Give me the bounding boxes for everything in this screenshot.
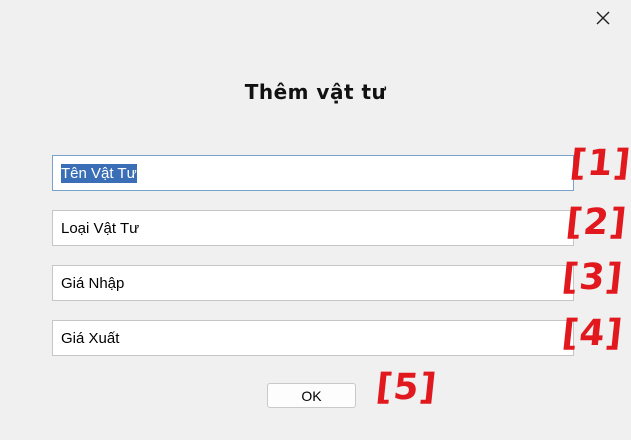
material-type-field[interactable]: Loại Vật Tư [52, 210, 574, 246]
material-name-field[interactable]: Tên Vật Tư [52, 155, 574, 191]
export-price-text: Giá Xuất [61, 329, 120, 347]
add-material-dialog: Thêm vật tư Tên Vật Tư Loại Vật Tư Giá N… [0, 0, 631, 440]
close-button[interactable] [588, 4, 618, 32]
annotation-5: [5] [373, 367, 440, 408]
material-type-text: Loại Vật Tư [61, 219, 140, 237]
annotation-3: [3] [559, 257, 626, 298]
close-icon [596, 11, 610, 25]
material-name-text: Tên Vật Tư [61, 163, 137, 183]
import-price-field[interactable]: Giá Nhập [52, 265, 574, 301]
annotation-4: [4] [559, 313, 626, 354]
annotation-2: [2] [563, 202, 630, 243]
export-price-field[interactable]: Giá Xuất [52, 320, 574, 356]
dialog-title: Thêm vật tư [244, 80, 387, 104]
import-price-text: Giá Nhập [61, 274, 125, 292]
ok-button[interactable]: OK [267, 383, 356, 408]
annotation-1: [1] [567, 143, 631, 184]
